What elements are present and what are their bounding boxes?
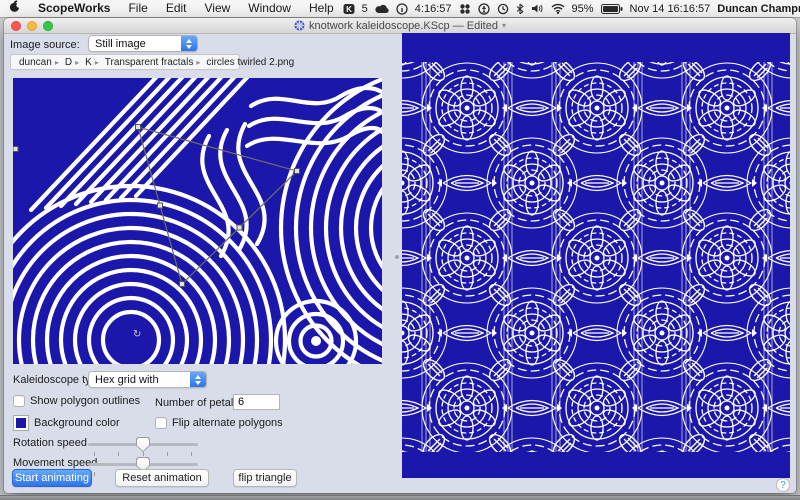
kaleidoscope-type-value: Hex grid with reflection [89, 372, 190, 387]
status-timer[interactable]: 4:16:57 [415, 3, 452, 15]
triangle-handle[interactable] [158, 203, 163, 208]
reset-animation-button[interactable]: Reset animation [115, 469, 209, 487]
rotation-speed-label: Rotation speed [13, 437, 87, 449]
menu-edit[interactable]: Edit [157, 0, 196, 17]
bluetooth-icon[interactable] [516, 3, 524, 15]
image-source-popup[interactable]: Still image [88, 35, 198, 52]
document-icon [294, 20, 305, 31]
battery-icon[interactable] [601, 4, 623, 14]
breadcrumb-item-d[interactable]: D [65, 57, 72, 68]
breadcrumb-item-folder[interactable]: Transparent fractals [105, 57, 194, 68]
screen: ScopeWorks File Edit View Window Help K … [0, 0, 800, 500]
keyboard-maestro-icon[interactable]: K [343, 3, 355, 15]
movement-speed-label: Movement speed [13, 457, 97, 469]
splitter-handle[interactable] [395, 255, 399, 259]
triangle-handle[interactable] [180, 282, 185, 287]
swarm-icon[interactable] [459, 3, 471, 15]
flip-alternate-polygons-label: Flip alternate polygons [172, 417, 283, 429]
breadcrumb: duncan ▸ D ▸ K ▸ Transparent fractals ▸ … [10, 54, 240, 70]
scopeworks-window: knotwork kaleidoscope.KScp — Edited ▾ Im… [4, 18, 796, 493]
kaleidoscope-output-panel[interactable] [402, 33, 790, 478]
triangle-handle[interactable] [13, 147, 18, 152]
flip-triangle-button[interactable]: flip triangle [233, 469, 297, 487]
background-color-label: Background color [34, 417, 120, 429]
menu-view[interactable]: View [196, 0, 240, 17]
background-color-well[interactable] [13, 415, 29, 431]
show-polygon-outlines-checkbox[interactable] [13, 395, 25, 407]
flip-alternate-polygons-checkbox[interactable] [155, 417, 167, 429]
breadcrumb-separator: ▸ [95, 58, 99, 67]
time-machine-icon[interactable] [497, 3, 509, 15]
svg-text:K: K [346, 5, 352, 14]
kaleidoscope-type-popup[interactable]: Hex grid with reflection [88, 371, 207, 388]
breadcrumb-separator: ▸ [75, 58, 79, 67]
menu-bar: ScopeWorks File Edit View Window Help K … [0, 0, 800, 18]
breadcrumb-separator: ▸ [196, 58, 200, 67]
rotation-speed-thumb[interactable] [136, 437, 150, 452]
user-menu[interactable]: Duncan Champney [717, 3, 800, 15]
triangle-handle[interactable] [136, 125, 141, 130]
volume-icon[interactable] [531, 3, 544, 14]
number-of-petals-label: Number of petals [155, 397, 239, 409]
apple-icon [9, 0, 20, 13]
breadcrumb-item-duncan[interactable]: duncan [19, 57, 52, 68]
rotate-handle-icon[interactable]: ↻ [133, 329, 141, 340]
target-center-dot [311, 336, 321, 346]
show-polygon-outlines-label: Show polygon outlines [30, 395, 140, 407]
start-animating-button[interactable]: Start animating [12, 469, 92, 487]
battery-percent: 95% [572, 3, 594, 15]
triangle-handle[interactable] [295, 169, 300, 174]
apple-menu[interactable] [0, 0, 29, 18]
breadcrumb-item-k[interactable]: K [85, 57, 92, 68]
rotation-speed-slider[interactable] [88, 435, 198, 457]
image-source-value: Still image [89, 36, 181, 51]
menu-file[interactable]: File [119, 0, 156, 17]
triangle-handle[interactable] [237, 225, 242, 230]
keyboard-maestro-count: 5 [362, 3, 368, 15]
breadcrumb-item-file[interactable]: circles twirled 2.png [206, 57, 294, 68]
popup-stepper-icon [181, 36, 197, 51]
breadcrumb-separator: ▸ [55, 58, 59, 67]
source-image-panel[interactable]: ↻ [13, 78, 382, 364]
cloud-icon[interactable] [375, 4, 389, 14]
menu-window[interactable]: Window [239, 0, 300, 17]
number-of-petals-field[interactable] [233, 394, 280, 410]
help-button[interactable]: ? [776, 478, 790, 492]
accessibility-icon[interactable] [478, 3, 490, 15]
background-color-swatch [16, 418, 26, 428]
title-bar[interactable]: knotwork kaleidoscope.KScp — Edited ▾ [4, 18, 796, 34]
wifi-icon[interactable] [551, 3, 565, 14]
background-window-edge [0, 495, 800, 500]
info-circle-icon[interactable] [396, 3, 408, 15]
menu-help[interactable]: Help [300, 0, 343, 17]
window-title: knotwork kaleidoscope.KScp — Edited [309, 20, 498, 32]
image-source-label: Image source: [10, 39, 80, 51]
menu-app-name[interactable]: ScopeWorks [29, 0, 119, 17]
menu-clock[interactable]: Nov 14 16:16:57 [630, 3, 711, 15]
title-chevron-icon[interactable]: ▾ [502, 21, 506, 30]
popup-stepper-icon [190, 372, 206, 387]
